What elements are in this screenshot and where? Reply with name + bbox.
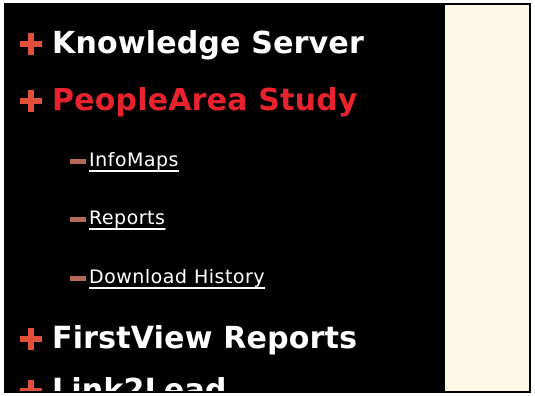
- dash-icon: [70, 275, 86, 281]
- nav-item-link2lead[interactable]: Link2Lead: [20, 373, 227, 391]
- subnav-item-infomaps[interactable]: InfoMaps: [70, 149, 179, 171]
- subnav-item-download-history[interactable]: Download History: [70, 266, 265, 288]
- nav-item-label: Knowledge Server: [52, 26, 364, 61]
- plus-icon: [20, 89, 42, 112]
- dash-icon: [70, 158, 86, 164]
- navigation-sidebar: Knowledge Server PeopleArea Study InfoMa…: [6, 5, 445, 391]
- subnav-link-label[interactable]: InfoMaps: [89, 149, 179, 171]
- nav-item-knowledge-server[interactable]: Knowledge Server: [20, 26, 364, 61]
- nav-item-peoplearea-study[interactable]: PeopleArea Study: [20, 83, 358, 118]
- nav-item-label: PeopleArea Study: [52, 83, 358, 118]
- plus-icon: [20, 327, 42, 350]
- dash-icon: [70, 216, 86, 222]
- subnav-link-label[interactable]: Reports: [89, 207, 165, 229]
- nav-item-label: Link2Lead: [52, 373, 227, 391]
- subnav-item-reports[interactable]: Reports: [70, 207, 165, 229]
- subnav-link-label[interactable]: Download History: [89, 266, 265, 288]
- plus-icon: [20, 379, 42, 391]
- nav-item-firstview-reports[interactable]: FirstView Reports: [20, 321, 357, 356]
- plus-icon: [20, 32, 42, 55]
- content-pane: [445, 5, 529, 391]
- nav-item-label: FirstView Reports: [52, 321, 358, 356]
- window-frame: Knowledge Server PeopleArea Study InfoMa…: [4, 3, 531, 393]
